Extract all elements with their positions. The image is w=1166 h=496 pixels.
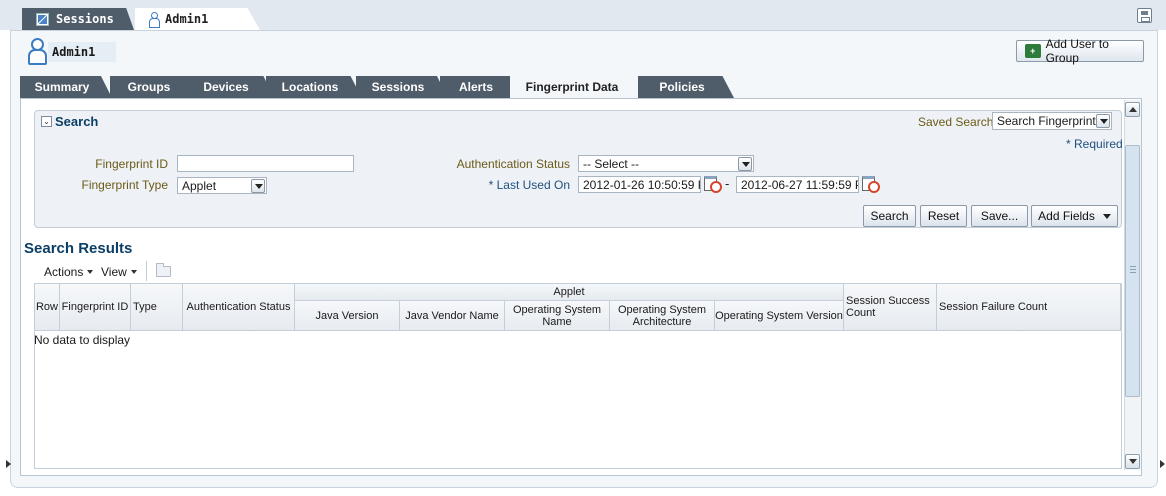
saved-search-value: Search Fingerprints [997,114,1102,128]
search-results-heading: Search Results [24,240,133,257]
doc-tab-admin1[interactable]: Admin1 [135,8,260,30]
chevron-down-icon[interactable] [738,157,752,171]
column-header-os-version[interactable]: Operating System Version [715,301,844,331]
calendar-icon[interactable] [862,176,880,193]
last-used-from-input[interactable]: 2012-01-26 10:50:59 PM [578,176,701,193]
view-menu[interactable]: View [101,265,137,279]
scroll-down-icon[interactable] [1125,454,1140,469]
user-icon [149,12,160,28]
section-tabs: Summary Groups Devices Locations Session… [20,76,1156,98]
tab-sessions[interactable]: Sessions [356,76,448,98]
view-menu-label: View [101,265,127,279]
tab-alerts[interactable]: Alerts [440,76,520,98]
add-user-to-group-label: Add User to Group [1045,37,1109,65]
column-header-session-success-count[interactable]: Session Success Count [844,284,937,331]
add-user-icon: + [1025,44,1041,58]
toolbar-divider [146,261,147,281]
column-header-java-version[interactable]: Java Version [295,301,400,331]
saved-search-label: Saved Search [918,115,994,129]
page-header [20,34,1156,70]
chevron-down-icon[interactable] [251,179,265,193]
date-range-separator: - [725,177,730,191]
fingerprint-id-input[interactable] [177,155,354,172]
user-icon [28,38,47,65]
auth-status-select[interactable]: -- Select -- [578,155,754,172]
page-title: Admin1 [48,42,116,62]
chevron-down-icon [1102,213,1111,219]
last-used-label: * Last Used On [488,178,570,192]
fingerprint-id-label: Fingerprint ID [95,157,168,171]
saved-search-select[interactable]: Search Fingerprints [992,112,1112,130]
fingerprint-type-label: Fingerprint Type [81,178,169,192]
doc-tab-sessions[interactable]: Sessions [22,8,134,30]
auth-status-label: Authentication Status [456,157,570,171]
close-document-icon[interactable] [1137,8,1152,23]
add-fields-button[interactable]: Add Fields [1031,205,1118,227]
save-button[interactable]: Save... [971,205,1028,227]
fingerprint-type-value: Applet [182,179,217,193]
column-header-fingerprint-id[interactable]: Fingerprint ID [60,284,131,331]
splitter-right-icon[interactable] [1160,460,1165,468]
search-heading: Search [55,114,99,129]
scrollbar-thumb[interactable] [1125,145,1140,397]
required-note: * Required [1066,137,1123,151]
fingerprint-type-select[interactable]: Applet [177,177,267,194]
tab-locations[interactable]: Locations [266,76,362,98]
chevron-down-icon[interactable] [1096,114,1110,128]
tab-policies[interactable]: Policies [638,76,734,98]
column-header-os-name[interactable]: Operating System Name [505,301,610,331]
chevron-down-icon [87,270,94,274]
column-header-java-vendor-name[interactable]: Java Vendor Name [400,301,505,331]
splitter-left-icon[interactable] [6,460,11,468]
tab-fingerprint-data[interactable]: Fingerprint Data [510,76,642,98]
collapse-search-icon[interactable]: ⌄ [41,116,52,127]
column-header-row[interactable]: Row [35,284,60,331]
column-header-type[interactable]: Type [131,284,183,331]
sessions-icon [36,12,49,26]
add-fields-label: Add Fields [1038,209,1095,223]
actions-menu[interactable]: Actions [44,265,94,279]
auth-status-value: -- Select -- [583,157,640,171]
add-user-to-group-button[interactable]: + Add User to Group [1016,37,1144,65]
folder-icon[interactable] [156,263,171,277]
actions-menu-label: Actions [44,265,84,279]
column-header-os-architecture[interactable]: Operating System Architecture [610,301,715,331]
scroll-up-icon[interactable] [1125,102,1140,117]
reset-button[interactable]: Reset [920,205,967,227]
column-group-applet: Applet [295,284,844,301]
column-header-authentication-status[interactable]: Authentication Status [183,284,295,331]
doc-tab-sessions-label: Sessions [56,12,114,26]
column-header-session-failure-count[interactable]: Session Failure Count [937,284,1121,331]
tab-summary[interactable]: Summary [20,76,112,98]
tab-devices[interactable]: Devices [186,76,274,98]
search-button[interactable]: Search [863,205,916,227]
chevron-down-icon [130,270,137,274]
last-used-to-input[interactable]: 2012-06-27 11:59:59 PM [736,176,859,193]
calendar-icon[interactable] [704,176,722,193]
empty-table-message: No data to display [34,333,131,347]
doc-tab-admin1-label: Admin1 [165,12,209,26]
tab-groups[interactable]: Groups [110,76,196,98]
